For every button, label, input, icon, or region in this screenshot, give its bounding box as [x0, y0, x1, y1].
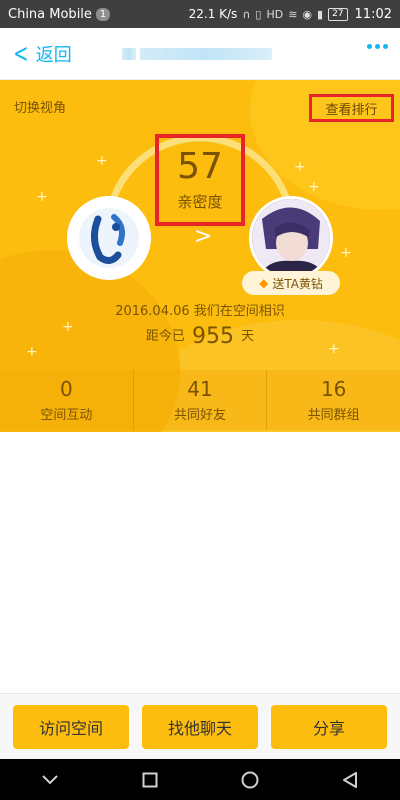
stat-value: 0	[59, 376, 73, 401]
blurred-text	[140, 48, 272, 60]
sparkle-icon: +	[294, 159, 306, 175]
stat-value: 41	[187, 376, 213, 401]
more-dots-icon[interactable]	[367, 44, 388, 49]
circle-home-icon[interactable]	[230, 765, 270, 795]
chevron-left-icon: <	[13, 38, 29, 69]
headset-icon: ∩	[242, 7, 251, 21]
carrier-name: China Mobile	[8, 6, 92, 22]
back-label: 返回	[35, 44, 72, 66]
switch-view-link[interactable]: 切换视角	[14, 97, 66, 116]
sim-badge: 1	[95, 7, 111, 21]
stat-label: 共同群组	[307, 407, 360, 423]
system-nav-bar	[0, 759, 400, 800]
chevron-down-icon[interactable]	[30, 765, 70, 795]
status-right: 22.1 K/s ∩ ▯ HD ≋ ◉ ▮ 27 11:02	[189, 7, 392, 22]
chat-button[interactable]: 找他聊天	[142, 704, 258, 749]
network-speed: 22.1 K/s	[188, 7, 238, 21]
intimacy-score-box: 57 亲密度	[155, 134, 245, 226]
stats-row: 0 空间互动 41 共同好友 16 共同群组	[0, 370, 400, 430]
battery-level: 27	[328, 7, 348, 21]
intimacy-hero: 切换视角 查看排行 + + + + + + + + 57 亲密度 > ◆ 送TA…	[0, 80, 400, 432]
action-bar: 访问空间 找他聊天 分享	[0, 693, 400, 759]
visit-space-button[interactable]: 访问空间	[13, 704, 129, 749]
stat-value: 16	[320, 376, 347, 401]
intimacy-score: 57	[177, 145, 223, 187]
sparkle-icon: +	[96, 153, 108, 169]
send-yellow-diamond-button[interactable]: ◆ 送TA黄钻	[242, 271, 340, 295]
chevron-right-icon[interactable]: >	[194, 226, 212, 248]
stat-space-interaction[interactable]: 0 空间互动	[0, 370, 133, 430]
days-since-text: 距今已 955 天	[0, 324, 400, 349]
stat-label: 空间互动	[40, 407, 93, 423]
diamond-icon: ◆	[259, 276, 269, 290]
square-recents-icon[interactable]	[130, 765, 170, 795]
share-button[interactable]: 分享	[271, 704, 387, 749]
stat-label: 共同好友	[174, 407, 227, 423]
wifi-icon: ≋	[288, 7, 298, 21]
friend-avatar-image	[252, 199, 330, 277]
stat-common-groups[interactable]: 16 共同群组	[266, 370, 400, 430]
vibrate-icon: ▯	[255, 7, 262, 21]
logo-avatar-image	[70, 199, 148, 277]
sparkle-icon: +	[340, 245, 352, 261]
hd-badge: HD	[266, 7, 284, 21]
blurred-text	[122, 48, 136, 60]
nav-bar: < 返回	[0, 28, 400, 80]
my-avatar[interactable]	[67, 196, 151, 280]
days-suffix: 天	[241, 329, 255, 344]
status-time: 11:02	[354, 6, 392, 22]
gift-label: 送TA黄钻	[272, 276, 323, 291]
meet-date-text: 2016.04.06 我们在空间相识	[115, 304, 285, 319]
triangle-back-icon[interactable]	[330, 765, 370, 795]
eye-icon: ◉	[302, 7, 313, 21]
view-ranking-link[interactable]: 查看排行	[309, 94, 394, 122]
sparkle-icon: +	[308, 179, 320, 195]
days-prefix: 距今已	[145, 329, 185, 344]
back-button[interactable]: < 返回	[0, 28, 72, 79]
carrier-info: China Mobile 1	[8, 6, 111, 22]
sparkle-icon: +	[36, 189, 48, 205]
nav-title-blurred	[122, 42, 280, 66]
signal-icon: ▮	[317, 7, 324, 21]
stat-common-friends[interactable]: 41 共同好友	[132, 370, 267, 430]
days-value: 955	[192, 324, 234, 349]
friend-avatar[interactable]	[249, 196, 333, 280]
status-bar: China Mobile 1 22.1 K/s ∩ ▯ HD ≋ ◉ ▮ 27 …	[0, 0, 400, 28]
intimacy-label: 亲密度	[177, 192, 223, 211]
